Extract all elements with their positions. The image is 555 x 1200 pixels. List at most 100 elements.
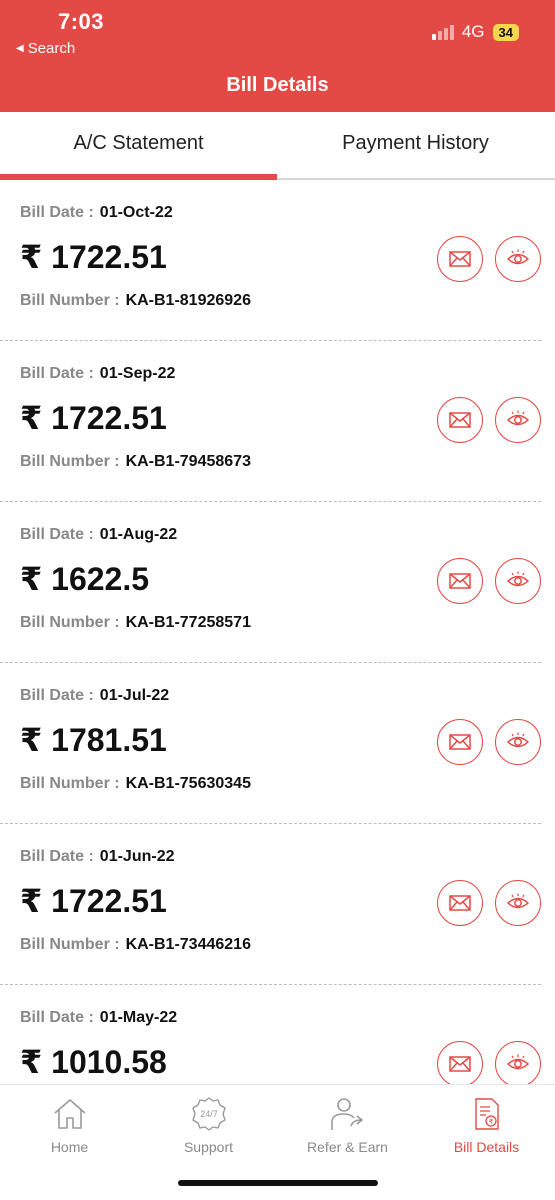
bill-date-label: Bill Date : [20,848,94,865]
back-to-search-link[interactable]: ◀ Search [16,40,75,57]
view-bill-button[interactable] [495,1041,541,1084]
bill-date-row: Bill Date : 01-Jul-22 [20,687,169,705]
envelope-icon [449,1056,471,1072]
bill-actions [437,558,541,604]
bill-number-row: Bill Number : KA-B1-79458673 [20,453,251,471]
view-bill-button[interactable] [495,719,541,765]
svg-text:24/7: 24/7 [200,1109,218,1119]
battery-badge: 34 [492,23,519,41]
bill-number-label: Bill Number : [20,775,120,792]
nav-refer-earn-label: Refer & Earn [307,1139,388,1155]
bill-date-value: 01-Jul-22 [99,687,170,704]
envelope-icon [449,412,471,428]
bill-actions [437,236,541,282]
bill-actions [437,397,541,443]
tab-ac-statement[interactable]: A/C Statement [0,112,277,180]
bill-item: Bill Date : 01-Jul-22 ₹ 1781.51 Bill Numb… [0,663,541,824]
status-indicators: 4G 34 [431,22,519,42]
bill-date-row: Bill Date : 01-Aug-22 [20,526,177,544]
tab-payment-history[interactable]: Payment History [277,112,554,178]
nav-bill-details-label: Bill Details [453,1139,520,1155]
tab-bar: A/C Statement Payment History [0,112,555,180]
envelope-icon [449,251,471,267]
support-247-icon: 24/7 [191,1097,226,1131]
nav-refer-earn[interactable]: Refer & Earn [278,1095,417,1155]
page-title: Bill Details [226,74,329,96]
bill-number-label: Bill Number : [20,453,120,470]
bill-number-value: KA-B1-73446216 [125,936,251,953]
bill-number-row: Bill Number : KA-B1-75630345 [20,775,251,793]
nav-support-label: Support [183,1139,234,1155]
bill-item: Bill Date : 01-Aug-22 ₹ 1622.5 Bill Numbe… [0,502,541,663]
nav-home-label: Home [50,1139,89,1155]
bill-date-row: Bill Date : 01-Oct-22 [20,204,173,222]
bill-date-label: Bill Date : [20,687,94,704]
envelope-icon [449,573,471,589]
bill-amount: ₹ 1722.51 [20,883,167,919]
bill-actions [437,880,541,926]
bill-amount: ₹ 1722.51 [20,239,167,275]
bill-number-row: Bill Number : KA-B1-81926926 [20,292,251,310]
bill-date-label: Bill Date : [20,365,94,382]
eye-icon [506,571,530,587]
view-bill-button[interactable] [495,236,541,282]
bill-date-row: Bill Date : 01-Jun-22 [20,848,175,866]
email-bill-button[interactable] [437,236,483,282]
nav-bill-details[interactable]: ₹ Bill Details [417,1095,555,1155]
bill-list[interactable]: Bill Date : 01-Oct-22 ₹ 1722.51 Bill Numb… [0,180,555,1084]
bill-number-row: Bill Number : KA-B1-73446216 [20,936,251,954]
bill-number-value: KA-B1-81926926 [125,292,251,309]
bill-number-value: KA-B1-79458673 [125,453,251,470]
view-bill-button[interactable] [495,880,541,926]
bill-date-label: Bill Date : [20,204,94,221]
bill-number-label: Bill Number : [20,292,120,309]
bill-number-value: KA-B1-75630345 [125,775,251,792]
back-arrow-icon: ◀ [16,43,24,54]
bill-amount: ₹ 1622.5 [20,561,150,597]
bill-item: Bill Date : 01-Jun-22 ₹ 1722.51 Bill Numb… [0,824,541,985]
bill-date-row: Bill Date : 01-May-22 [20,1009,177,1027]
bill-date-value: 01-May-22 [99,1009,178,1026]
eye-icon [506,1054,530,1070]
email-bill-button[interactable] [437,719,483,765]
bill-date-value: 01-Sep-22 [99,365,176,382]
bill-amount: ₹ 1010.58 [20,1044,167,1080]
bill-amount: ₹ 1781.51 [20,722,167,758]
bill-date-value: 01-Oct-22 [99,204,173,221]
bill-date-row: Bill Date : 01-Sep-22 [20,365,175,383]
bill-details-icon: ₹ [474,1098,499,1130]
network-type: 4G [461,22,485,41]
eye-icon [506,249,530,265]
nav-home[interactable]: Home [0,1095,139,1155]
app-header: 7:03 ◀ Search 4G 34 Bill Details [0,0,555,112]
bill-date-label: Bill Date : [20,1009,94,1026]
email-bill-button[interactable] [437,558,483,604]
email-bill-button[interactable] [437,1041,483,1084]
home-icon [53,1099,86,1129]
bill-number-label: Bill Number : [20,614,120,631]
home-indicator[interactable] [178,1180,378,1186]
bill-actions [437,719,541,765]
bill-date-value: 01-Jun-22 [99,848,175,865]
back-label: Search [27,40,76,57]
eye-icon [506,893,530,909]
bill-item: Bill Date : 01-Oct-22 ₹ 1722.51 Bill Numb… [0,180,541,341]
bill-date-label: Bill Date : [20,526,94,543]
svg-text:₹: ₹ [488,1118,493,1126]
bill-item: Bill Date : 01-Sep-22 ₹ 1722.51 Bill Numb… [0,341,541,502]
email-bill-button[interactable] [437,397,483,443]
status-time: 7:03 [58,9,105,34]
bill-amount: ₹ 1722.51 [20,400,167,436]
bill-date-value: 01-Aug-22 [99,526,178,543]
bill-number-value: KA-B1-77258571 [125,614,251,631]
envelope-icon [449,734,471,750]
email-bill-button[interactable] [437,880,483,926]
view-bill-button[interactable] [495,558,541,604]
bill-item: Bill Date : 01-May-22 ₹ 1010.58 [0,985,541,1084]
signal-icon [431,24,454,40]
view-bill-button[interactable] [495,397,541,443]
envelope-icon [449,895,471,911]
refer-earn-icon [330,1098,363,1130]
eye-icon [506,732,530,748]
nav-support[interactable]: 24/7 Support [139,1095,278,1155]
